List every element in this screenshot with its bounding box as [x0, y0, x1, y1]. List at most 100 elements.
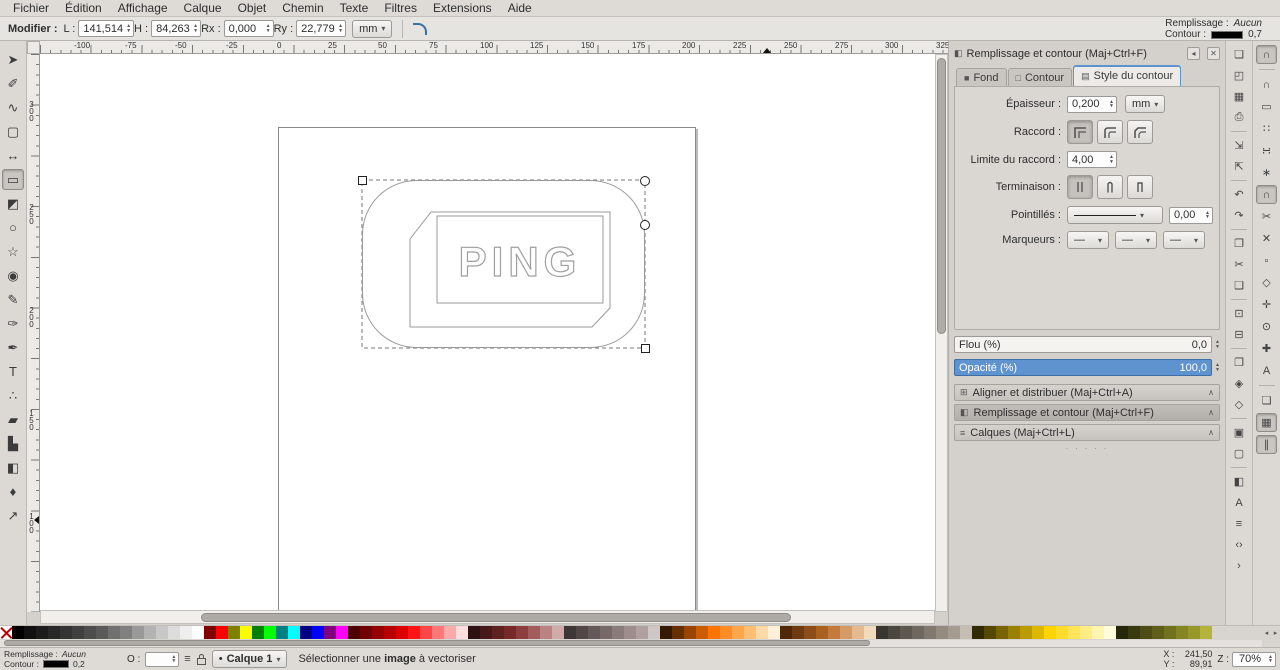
palette-swatch[interactable] — [732, 626, 744, 639]
vertical-scrollbar-thumb[interactable] — [937, 58, 946, 334]
ry-input[interactable]: 22,779▲▼ — [296, 20, 346, 37]
ping-text[interactable]: PING — [459, 238, 582, 285]
join-bevel-button[interactable] — [1127, 120, 1153, 144]
palette-swatch[interactable] — [1008, 626, 1020, 639]
vertical-scrollbar[interactable] — [935, 54, 948, 612]
group-button[interactable]: ▣ — [1229, 423, 1250, 442]
pen-tool[interactable]: ✑ — [2, 313, 24, 334]
palette-swatch[interactable] — [720, 626, 732, 639]
palette-swatch[interactable] — [132, 626, 144, 639]
star-tool[interactable]: ☆ — [2, 241, 24, 262]
palette-swatch[interactable] — [348, 626, 360, 639]
palette-swatch[interactable] — [1080, 626, 1092, 639]
palette-swatch[interactable] — [1032, 626, 1044, 639]
snap-page-border-toggle[interactable]: ❏ — [1256, 391, 1277, 410]
palette-swatch[interactable] — [60, 626, 72, 639]
print-button[interactable]: ⎙ — [1229, 108, 1250, 127]
marker-select-2[interactable]: —▾ — [1115, 231, 1157, 249]
menu-texte[interactable]: Texte — [333, 0, 376, 16]
snap-object-centers-toggle[interactable]: ⊙ — [1256, 317, 1277, 336]
dockbar-calques[interactable]: ≡Calques (Maj+Ctrl+L)∧ — [954, 424, 1220, 441]
zoom-drawing-button[interactable]: ⊟ — [1229, 325, 1250, 344]
palette-swatch[interactable] — [576, 626, 588, 639]
cap-square-button[interactable] — [1127, 175, 1153, 199]
layer-select[interactable]: • Calque 1 ▾ — [212, 650, 288, 668]
palette-swatch[interactable] — [648, 626, 660, 639]
stroke-width-input[interactable]: 0,200 ▲▼ — [1067, 96, 1117, 113]
spinner-arrows-icon[interactable]: ▲▼ — [1268, 655, 1273, 664]
spinner-arrows-icon[interactable]: ▲▼ — [1109, 100, 1114, 109]
palette-swatch[interactable] — [408, 626, 420, 639]
export-button[interactable]: ⇱ — [1229, 157, 1250, 176]
palette-swatch[interactable] — [996, 626, 1008, 639]
join-round-button[interactable] — [1097, 120, 1123, 144]
palette-swatch[interactable] — [360, 626, 372, 639]
palette-swatch[interactable] — [936, 626, 948, 639]
palette-swatch[interactable] — [768, 626, 780, 639]
snap-bbox-corners-toggle[interactable]: ∷ — [1256, 119, 1277, 138]
spinner-arrows-icon[interactable]: ▲▼ — [193, 24, 198, 33]
stroke-width-unit-select[interactable]: mm ▾ — [1125, 95, 1165, 113]
node-tool[interactable]: ✐ — [2, 73, 24, 94]
palette-swatch[interactable] — [36, 626, 48, 639]
palette-swatch[interactable] — [972, 626, 984, 639]
tab-fond[interactable]: ■Fond — [956, 68, 1007, 86]
palette-swatch[interactable] — [432, 626, 444, 639]
canvas-viewport[interactable]: PING — [40, 54, 935, 612]
spinner-arrows-icon[interactable]: ▲▼ — [126, 24, 131, 33]
palette-swatch[interactable] — [1068, 626, 1080, 639]
palette-swatch[interactable] — [528, 626, 540, 639]
rx-input[interactable]: 0,000▲▼ — [224, 20, 274, 37]
palette-swatch[interactable] — [588, 626, 600, 639]
palette-swatch[interactable] — [372, 626, 384, 639]
snap-grid-toggle[interactable]: ▦ — [1256, 413, 1277, 432]
palette-swatch[interactable] — [1128, 626, 1140, 639]
snap-rotation-center-toggle[interactable]: ✚ — [1256, 339, 1277, 358]
palette-swatch[interactable] — [552, 626, 564, 639]
spinner-arrows-icon[interactable]: ▲▼ — [1109, 155, 1114, 164]
palette-swatch[interactable] — [948, 626, 960, 639]
horizontal-ruler[interactable]: -125-100-75-50-2502550751001251501752002… — [40, 41, 948, 54]
palette-swatch[interactable] — [540, 626, 552, 639]
unit-select[interactable]: mm ▾ — [352, 20, 392, 38]
palette-swatch[interactable] — [12, 626, 24, 639]
palette-swatch[interactable] — [960, 626, 972, 639]
xml-editor-button[interactable]: ‹› — [1229, 535, 1250, 554]
snap-bbox-centers-toggle[interactable]: ∗ — [1256, 163, 1277, 182]
snap-path-intersections-toggle[interactable]: ✕ — [1256, 229, 1277, 248]
tab-style-du-contour[interactable]: ▤Style du contour — [1073, 65, 1181, 86]
object-opacity-input[interactable]: ▲▼ — [145, 652, 179, 667]
copy-button[interactable]: ❐ — [1229, 234, 1250, 253]
palette-swatch[interactable] — [1188, 626, 1200, 639]
palette-swatch[interactable] — [336, 626, 348, 639]
palette-swatch[interactable] — [192, 626, 204, 639]
palette-swatch[interactable] — [888, 626, 900, 639]
menu-objet[interactable]: Objet — [231, 0, 274, 16]
palette-swatch[interactable] — [252, 626, 264, 639]
commands-overflow-button[interactable]: › — [1229, 556, 1250, 575]
palette-swatch[interactable] — [516, 626, 528, 639]
snap-cusp-nodes-toggle[interactable]: ▫ — [1256, 251, 1277, 270]
palette-swatch[interactable] — [840, 626, 852, 639]
palette-swatch[interactable] — [300, 626, 312, 639]
palette-swatch[interactable] — [1092, 626, 1104, 639]
dock-float-button[interactable]: ◂ — [1187, 47, 1200, 60]
palette-swatch[interactable] — [1044, 626, 1056, 639]
palette-swatch[interactable] — [684, 626, 696, 639]
palette-swatch[interactable] — [456, 626, 468, 639]
palette-swatch[interactable] — [84, 626, 96, 639]
eraser-tool[interactable]: ▰ — [2, 409, 24, 430]
menu-fichier[interactable]: Fichier — [6, 0, 56, 16]
spinner-arrows-icon[interactable]: ▲▼ — [171, 655, 176, 664]
palette-swatch[interactable] — [924, 626, 936, 639]
spinner-arrows-icon[interactable]: ▲▼ — [266, 24, 271, 33]
palette-swatch[interactable] — [216, 626, 228, 639]
palette-swatch[interactable] — [876, 626, 888, 639]
palette-scrollbar-thumb[interactable] — [4, 640, 870, 646]
spray-tool[interactable]: ∴ — [2, 385, 24, 406]
marker-select-1[interactable]: —▾ — [1067, 231, 1109, 249]
palette-swatch[interactable] — [240, 626, 252, 639]
h-input[interactable]: 84,263▲▼ — [151, 20, 201, 37]
palette-swatch[interactable] — [624, 626, 636, 639]
palette-swatch[interactable] — [120, 626, 132, 639]
